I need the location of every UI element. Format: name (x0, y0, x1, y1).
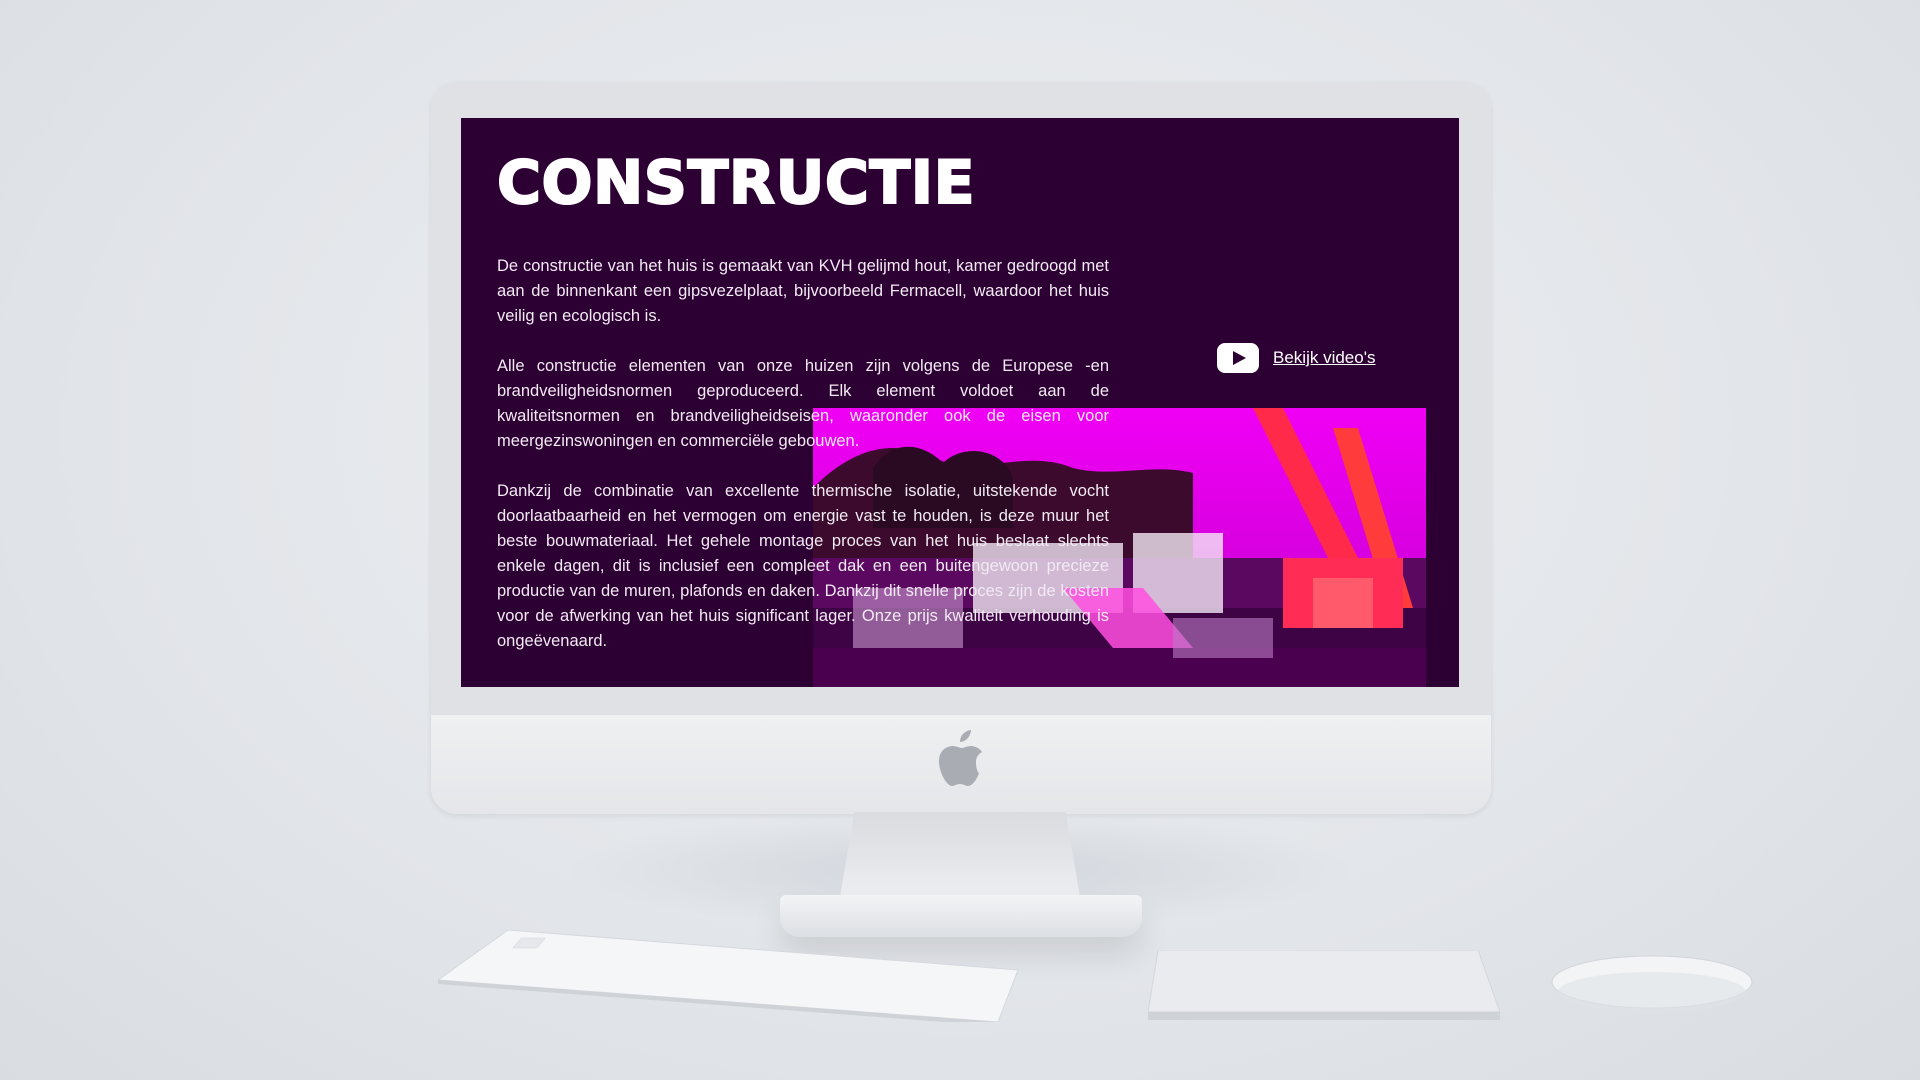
paragraph-benefits: Dankzij de combinatie van excellente the… (497, 482, 1109, 650)
trackpad (1148, 950, 1500, 1020)
watch-videos-link[interactable]: Bekijk video's (1217, 342, 1375, 374)
mouse (1551, 955, 1753, 1012)
paragraph-standards: Alle constructie elementen van onze huiz… (497, 357, 1109, 450)
apple-logo-icon (939, 730, 982, 786)
monitor-stand-neck (840, 812, 1080, 897)
page-title: CONSTRUCTIE (496, 147, 976, 219)
body-text: De constructie van het huis is gemaakt v… (497, 254, 1109, 679)
youtube-play-icon (1217, 343, 1259, 373)
paragraph-construction: De constructie van het huis is gemaakt v… (497, 257, 1109, 325)
keyboard (438, 930, 1018, 1022)
mockup-stage: CONSTRUCTIE De constructie van het huis … (0, 0, 1920, 1080)
screen: CONSTRUCTIE De constructie van het huis … (461, 118, 1459, 687)
watch-videos-label: Bekijk video's (1273, 348, 1376, 367)
